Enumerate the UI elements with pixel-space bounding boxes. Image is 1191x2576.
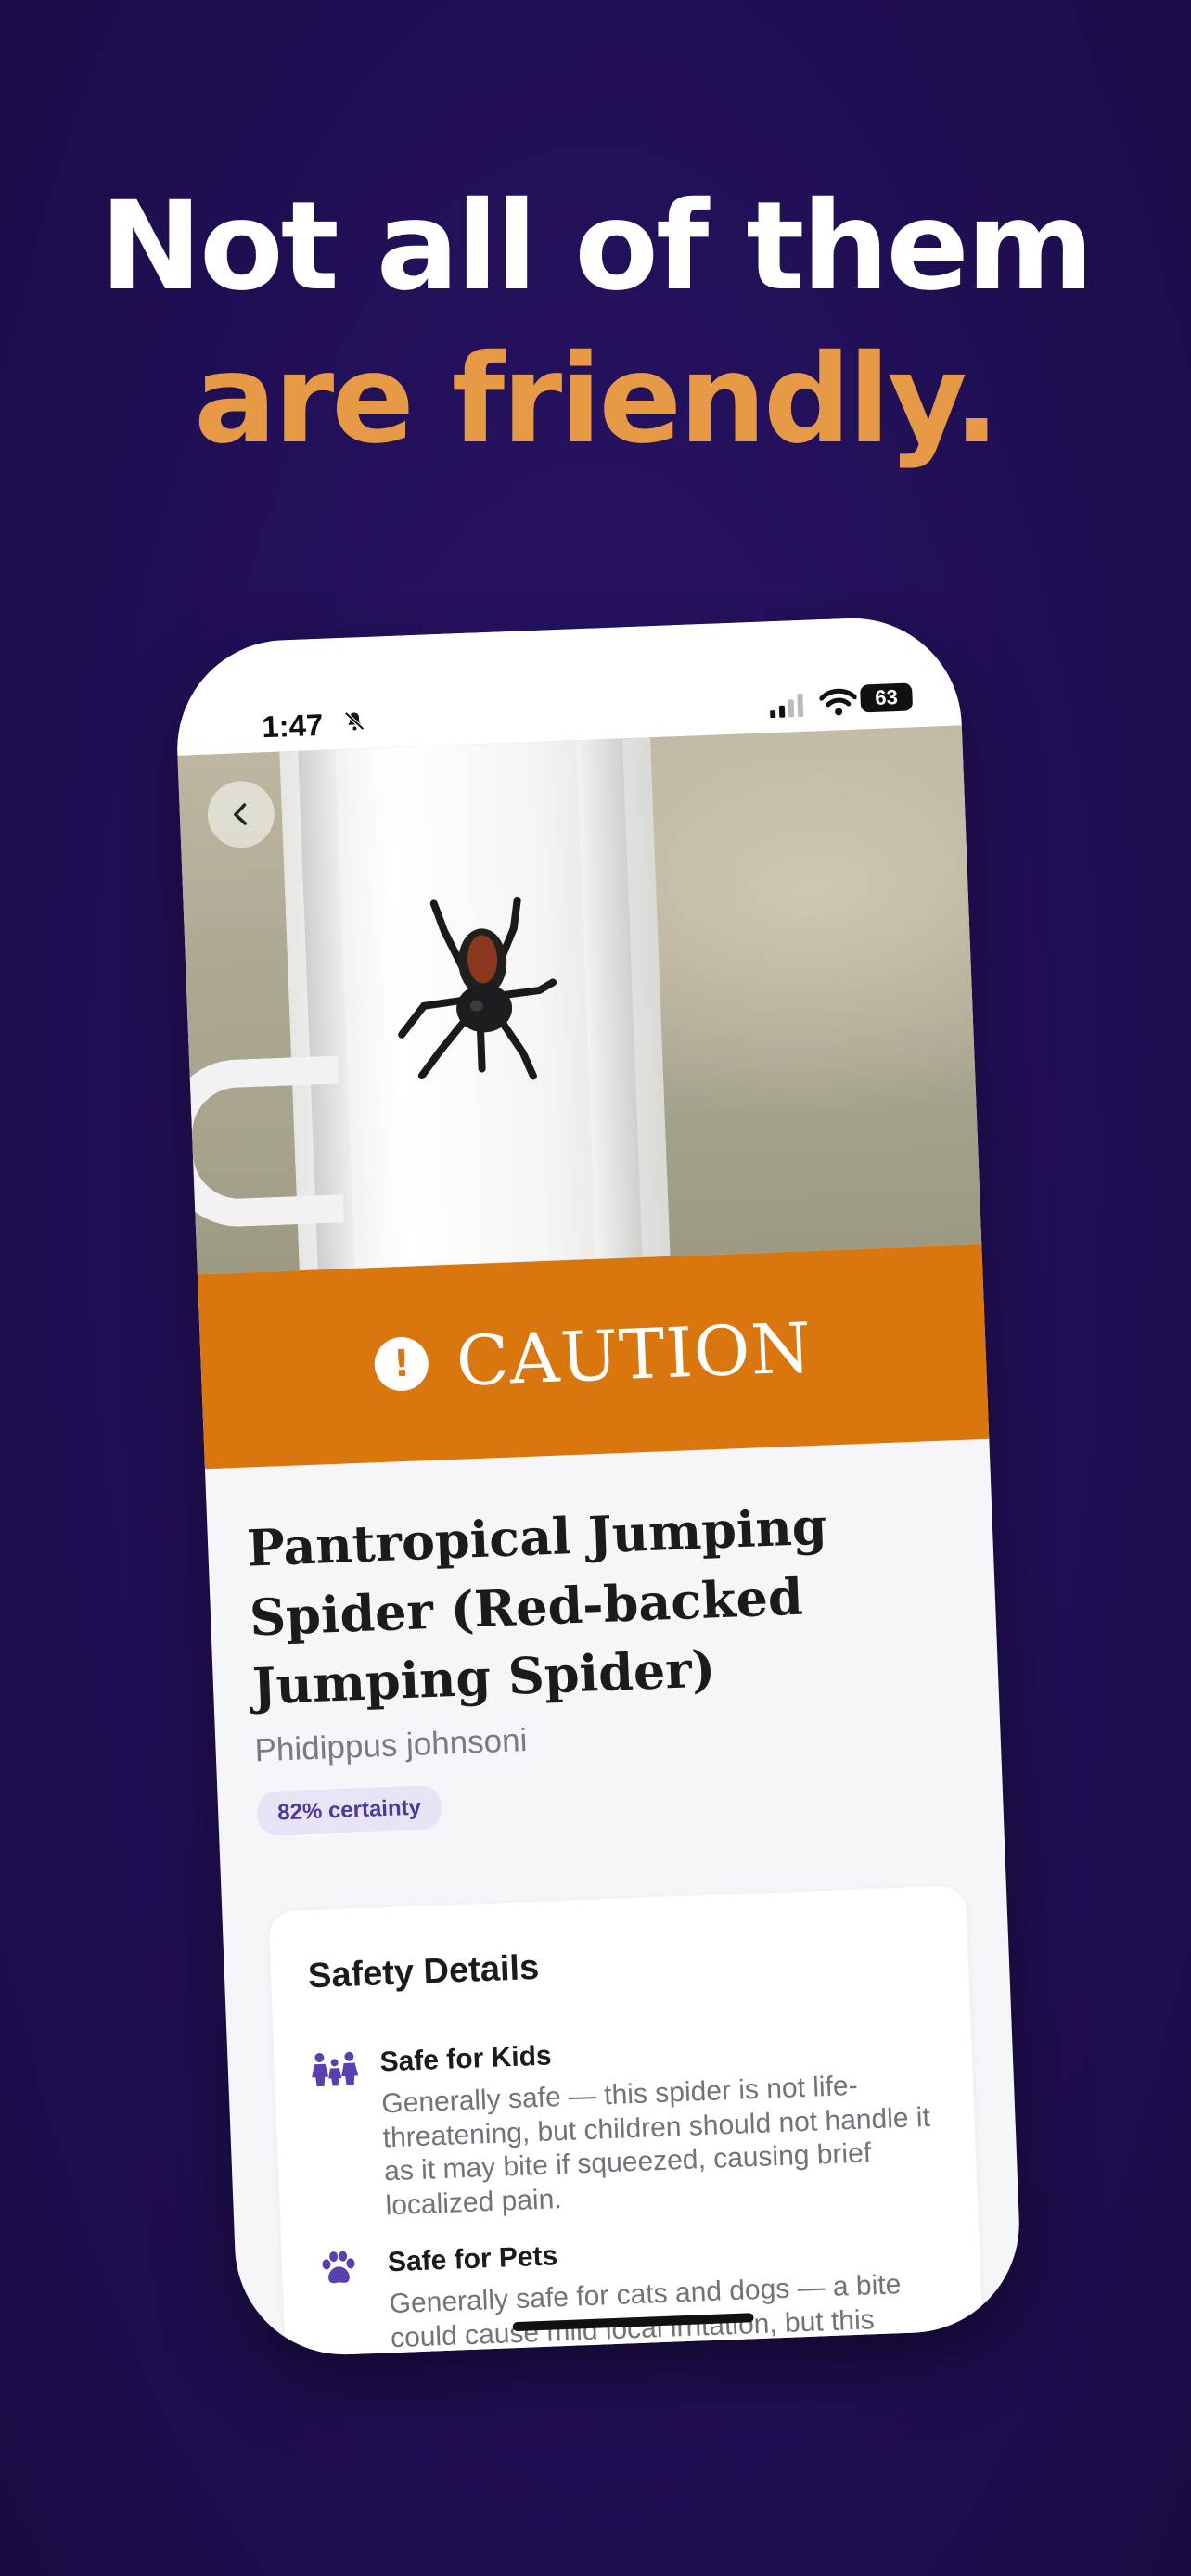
back-button[interactable] — [206, 779, 276, 849]
safety-card-title: Safety Details — [307, 1947, 540, 1996]
safety-item-pets: Safe for Pets Generally safe for cats an… — [318, 2225, 955, 2359]
phone-mockup: 1:47 63 ! CAUTION Pantropical Jumping Sp… — [0, 0, 1191, 2576]
wifi-icon — [819, 688, 858, 716]
paw-icon — [322, 2251, 355, 2284]
safety-item-body: Generally safe for cats and dogs — a bit… — [389, 2269, 902, 2358]
cellular-signal-icon — [770, 693, 804, 719]
bell-muted-icon — [344, 711, 365, 731]
spider-image — [398, 896, 557, 1080]
species-scientific-name: Phidippus johnsoni — [253, 1722, 529, 1769]
safety-item-title: Safe for Kids — [379, 2040, 553, 2078]
certainty-badge: 82% certainty — [256, 1784, 442, 1837]
family-icon — [312, 2051, 359, 2087]
photo-handle — [177, 1055, 344, 1230]
exclamation-icon: ! — [373, 1335, 430, 1393]
safety-item-title: Safe for Pets — [387, 2240, 558, 2278]
caution-label: CAUTION — [455, 1308, 813, 1402]
status-time: 1:47 — [261, 707, 325, 745]
spider-photo — [177, 725, 982, 1275]
caution-banner: ! CAUTION — [197, 1243, 990, 1470]
safety-item-body: Generally safe — this spider is not life… — [380, 2070, 931, 2222]
phone-screen: 1:47 63 ! CAUTION Pantropical Jumping Sp… — [173, 614, 1024, 2359]
chevron-left-icon — [234, 803, 248, 825]
safety-details-card: Safety Details Safe for Kids Generally s… — [268, 1885, 987, 2359]
species-common-name: Pantropical Jumping Spider (Red-backed J… — [246, 1496, 828, 1716]
battery-indicator: 63 — [860, 682, 914, 713]
safety-item-kids: Safe for Kids Generally safe — this spid… — [311, 2025, 948, 2225]
